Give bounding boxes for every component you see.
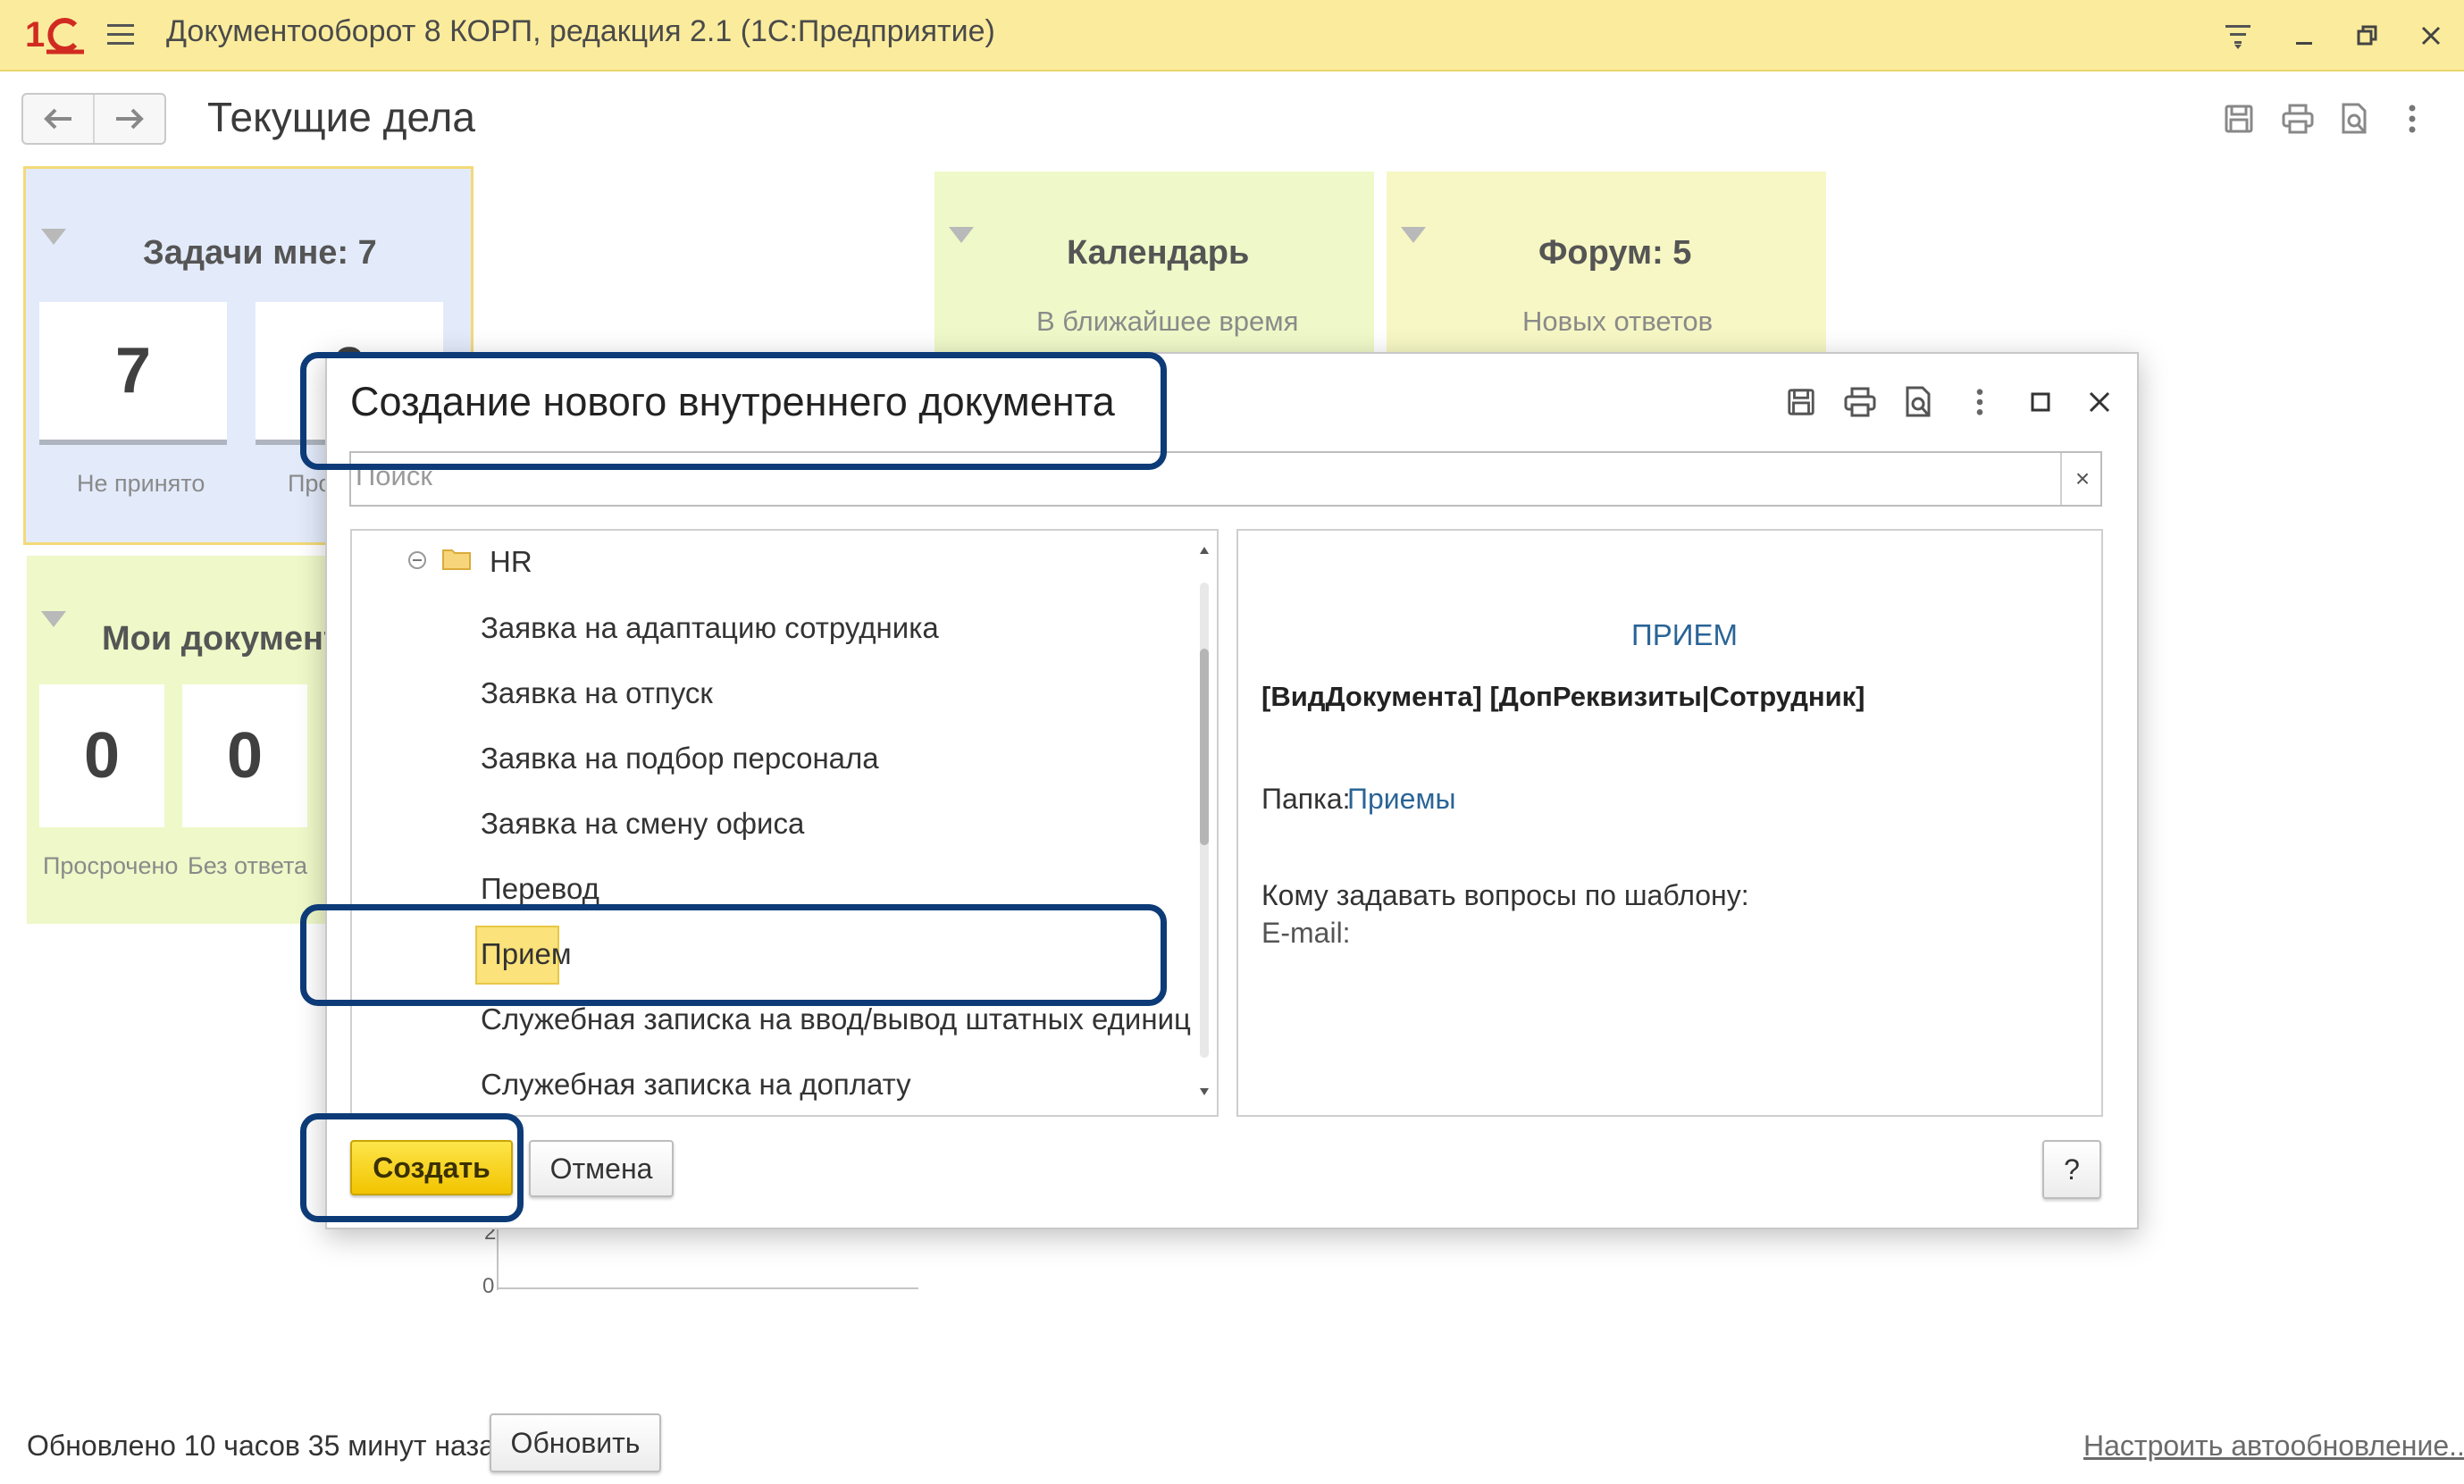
close-icon[interactable]: [2074, 379, 2125, 425]
print-icon[interactable]: [2275, 96, 2321, 141]
chart-x-axis: [497, 1287, 918, 1289]
close-window-icon[interactable]: [2410, 16, 2451, 55]
chart-tick-label: 0: [482, 1274, 495, 1298]
tasks-not-accepted-tile[interactable]: 7: [39, 302, 227, 445]
tree-item[interactable]: Заявка на отпуск: [481, 676, 713, 710]
documents-overdue-tile[interactable]: 0: [39, 684, 164, 827]
autoupdate-settings-link[interactable]: Настроить автообновление...: [2083, 1430, 2464, 1463]
highlight-frame-title: [300, 352, 1167, 470]
forum-widget-title: Форум: 5: [1538, 234, 1692, 272]
chart-y-axis: [497, 1229, 499, 1290]
calendar-widget-subtitle: В ближайшее время: [1036, 306, 1299, 337]
save-icon[interactable]: [2216, 96, 2262, 141]
tree-item[interactable]: Заявка на смену офиса: [481, 807, 804, 841]
tree-item[interactable]: Служебная записка на ввод/вывод штатных …: [481, 1002, 1191, 1036]
help-button[interactable]: ?: [2042, 1140, 2101, 1199]
documents-no-answer-tile[interactable]: 0: [182, 684, 307, 827]
page-title: Текущие дела: [207, 94, 475, 140]
forward-button[interactable]: [93, 95, 164, 143]
navigation-buttons: [21, 93, 166, 145]
refresh-button[interactable]: Обновить: [490, 1413, 661, 1472]
preview-icon[interactable]: [2332, 96, 2378, 141]
preview-folder-link[interactable]: Приемы: [1347, 783, 1455, 816]
cancel-button[interactable]: Отмена: [529, 1140, 674, 1197]
calendar-widget-title: Календарь: [1067, 234, 1250, 272]
highlight-frame-create-button: [300, 1113, 524, 1222]
template-preview: [1236, 529, 2103, 1117]
forum-widget-subtitle: Новых ответов: [1522, 306, 1714, 337]
print-icon[interactable]: [1835, 379, 1885, 425]
documents-no-answer-label: Без ответа: [188, 852, 308, 879]
collapse-triangle-icon[interactable]: [1401, 227, 1426, 243]
collapse-triangle-icon[interactable]: [949, 227, 974, 243]
window-menu-icon[interactable]: [2217, 16, 2259, 55]
collapse-triangle-icon[interactable]: [41, 229, 66, 245]
tree-item[interactable]: Перевод: [481, 872, 599, 906]
preview-email-label: E-mail:: [1261, 917, 1351, 949]
maximize-icon[interactable]: [2016, 379, 2066, 425]
arrow-right-icon: [116, 108, 144, 130]
more-icon[interactable]: [1955, 379, 2005, 425]
documents-overdue-label: Просрочено: [43, 852, 179, 879]
svg-text:1: 1: [25, 15, 45, 54]
tree-item[interactable]: Заявка на подбор персонала: [481, 742, 879, 776]
save-icon[interactable]: [1776, 379, 1826, 425]
collapse-triangle-icon[interactable]: [41, 611, 66, 627]
arrow-left-icon: [44, 108, 71, 130]
tasks-not-accepted-label: Не принято: [77, 470, 205, 497]
1c-logo-icon: 1: [23, 13, 86, 57]
tree-item[interactable]: Служебная записка на доплату: [481, 1068, 911, 1102]
restore-icon[interactable]: [2346, 16, 2387, 55]
preview-icon[interactable]: [1894, 379, 1944, 425]
back-button[interactable]: [23, 95, 93, 143]
tasks-widget-title: Задачи мне: 7: [143, 234, 377, 272]
preview-folder-label: Папка:: [1261, 783, 1351, 815]
tree-scrollbar[interactable]: [1194, 532, 1215, 1113]
app-title: Документооборот 8 КОРП, редакция 2.1 (1С…: [166, 14, 995, 48]
folder-icon: [441, 545, 472, 576]
updated-status: Обновлено 10 часов 35 минут назад: [27, 1430, 512, 1462]
tree-folder-hr[interactable]: HR: [490, 545, 532, 579]
preview-template: [ВидДокумента] [ДопРеквизиты|Сотрудник]: [1261, 681, 1865, 712]
clear-search-icon[interactable]: ×: [2060, 453, 2103, 505]
minimize-icon[interactable]: [2284, 16, 2325, 55]
tree-item[interactable]: Заявка на адаптацию сотрудника: [481, 611, 939, 645]
preview-heading: ПРИЕМ: [1631, 618, 1738, 651]
more-icon[interactable]: [2389, 96, 2435, 141]
highlight-frame-selected-item: [300, 904, 1167, 1006]
main-menu-icon[interactable]: [104, 20, 138, 50]
preview-questions-label: Кому задавать вопросы по шаблону:: [1261, 879, 1749, 911]
collapse-minus-icon[interactable]: [407, 550, 427, 570]
